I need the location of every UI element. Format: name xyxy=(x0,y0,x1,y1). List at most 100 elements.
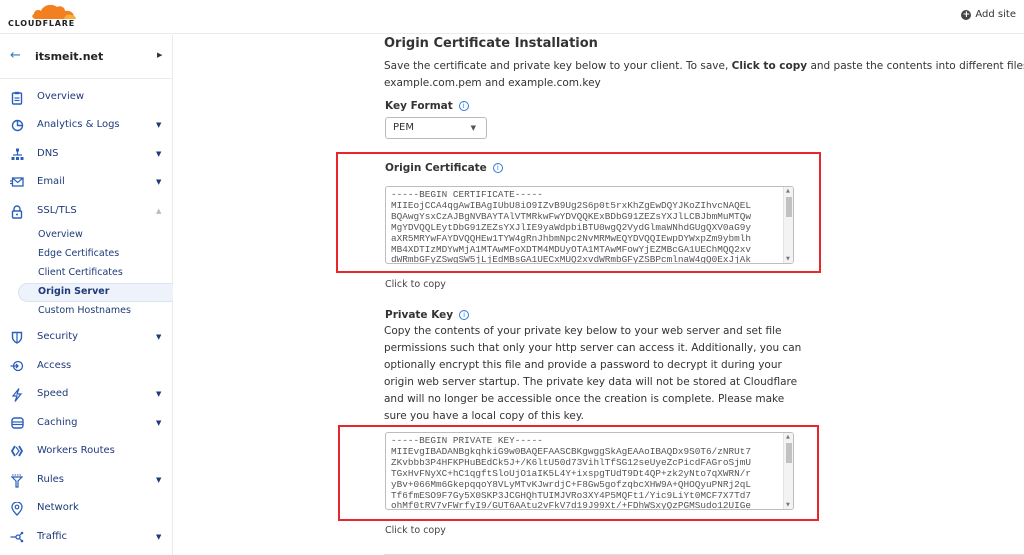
caret-right-icon: ▶ xyxy=(157,51,163,59)
subnav-ssl-overview[interactable]: Overview xyxy=(0,226,173,245)
workers-icon xyxy=(10,445,24,459)
server-stack-icon xyxy=(10,417,24,431)
desc-text: Save the certificate and private key bel… xyxy=(384,60,732,72)
shield-icon xyxy=(10,331,24,345)
scrollbar[interactable]: ▲ ▼ xyxy=(783,187,793,263)
lock-icon xyxy=(10,205,24,219)
key-format-label: Key Format i xyxy=(385,100,469,112)
origin-certificate-label-text: Origin Certificate xyxy=(385,162,487,174)
sidebar-item-label: Analytics & Logs xyxy=(37,119,120,130)
sidebar-item-label: Overview xyxy=(37,91,85,102)
logo-text: CLOUDFLARE xyxy=(8,19,75,28)
desc-text: example.com.pem and example.com.key xyxy=(384,77,601,89)
sidebar-item-label: Traffic xyxy=(37,531,68,542)
chevron-down-icon: ▼ xyxy=(156,178,162,186)
sidebar-item-label: Network xyxy=(37,502,79,513)
cloudflare-logo[interactable]: CLOUDFLARE xyxy=(8,2,82,30)
access-icon xyxy=(10,360,24,374)
subnav-custom-hostnames[interactable]: Custom Hostnames xyxy=(0,302,173,321)
sidebar-item-label: DNS xyxy=(37,148,59,159)
back-arrow-icon[interactable]: ← xyxy=(10,48,21,63)
private-key-label: Private Key i xyxy=(385,309,470,321)
private-key-text: -----BEGIN PRIVATE KEY----- MIIEvgIBADAN… xyxy=(391,435,752,510)
sidebar-item-label: Workers Routes xyxy=(37,445,115,456)
email-icon xyxy=(10,176,24,190)
sidebar-item-label: Rules xyxy=(37,474,64,485)
scrollbar-thumb[interactable] xyxy=(786,443,792,463)
subnav-edge-certificates[interactable]: Edge Certificates xyxy=(0,245,173,264)
main-content: Origin Certificate Installation Save the… xyxy=(174,35,1024,555)
sidebar-item-label: Caching xyxy=(37,417,78,428)
copy-certificate-link[interactable]: Click to copy xyxy=(385,279,446,290)
scroll-down-icon[interactable]: ▼ xyxy=(786,256,790,262)
pie-chart-icon xyxy=(10,119,24,133)
subnav-label: Overview xyxy=(38,229,83,240)
desc-bold: Click to copy xyxy=(731,60,808,72)
sidebar-item-ssl-tls[interactable]: SSL/TLS ▲ xyxy=(0,200,173,224)
chevron-down-icon: ▼ xyxy=(156,419,162,427)
desc-text: and paste the contents into different fi… xyxy=(810,60,1024,72)
sidebar-item-network[interactable]: Network xyxy=(0,497,173,521)
subnav-label: Client Certificates xyxy=(38,267,123,278)
zone-selector[interactable]: ← itsmeit.net ▶ xyxy=(0,35,173,79)
subnav-label: Custom Hostnames xyxy=(38,305,131,316)
chevron-down-icon: ▼ xyxy=(156,476,162,484)
key-format-value: PEM xyxy=(393,122,414,133)
sidebar: ← itsmeit.net ▶ Overview Analytics & Log… xyxy=(0,35,173,555)
origin-certificate-text: -----BEGIN CERTIFICATE----- MIIEojCCA4qg… xyxy=(391,189,752,264)
subnav-client-certificates[interactable]: Client Certificates xyxy=(0,264,173,283)
sidebar-item-email[interactable]: Email ▼ xyxy=(0,171,173,195)
sidebar-item-label: Access xyxy=(37,360,72,371)
sidebar-item-dns[interactable]: DNS ▼ xyxy=(0,143,173,167)
sidebar-item-speed[interactable]: Speed ▼ xyxy=(0,383,173,407)
sidebar-item-label: Security xyxy=(37,331,79,342)
plus-circle-icon: + xyxy=(961,9,972,20)
clipboard-icon xyxy=(10,91,24,105)
chevron-down-icon: ▼ xyxy=(156,333,162,341)
filter-icon xyxy=(10,474,24,488)
sidebar-item-label: SSL/TLS xyxy=(37,205,77,216)
chevron-up-icon: ▲ xyxy=(156,207,162,215)
key-format-label-text: Key Format xyxy=(385,100,453,112)
chevron-down-icon: ▼ xyxy=(156,390,162,398)
sidebar-item-label: Email xyxy=(37,176,65,187)
cloud-icon xyxy=(32,4,76,19)
info-icon[interactable]: i xyxy=(492,163,503,173)
scrollbar-thumb[interactable] xyxy=(786,197,792,217)
sidebar-item-analytics[interactable]: Analytics & Logs ▼ xyxy=(0,114,173,138)
chevron-down-icon: ▼ xyxy=(156,121,162,129)
info-icon[interactable]: i xyxy=(458,101,469,111)
lightning-icon xyxy=(10,388,24,402)
add-site-button[interactable]: + Add site xyxy=(961,9,1016,20)
sidebar-item-traffic[interactable]: Traffic ▼ xyxy=(0,526,173,550)
private-key-label-text: Private Key xyxy=(385,309,454,321)
origin-certificate-textarea[interactable]: -----BEGIN CERTIFICATE----- MIIEojCCA4qg… xyxy=(385,186,794,264)
private-key-description: Copy the contents of your private key be… xyxy=(384,325,802,422)
subnav-origin-server[interactable]: Origin Server xyxy=(18,283,173,302)
chevron-down-icon: ▼ xyxy=(470,124,476,132)
top-bar: CLOUDFLARE + Add site xyxy=(0,0,1024,34)
scroll-up-icon[interactable]: ▲ xyxy=(786,188,790,194)
sidebar-item-caching[interactable]: Caching ▼ xyxy=(0,412,173,436)
sidebar-item-overview[interactable]: Overview xyxy=(0,86,173,110)
location-pin-icon xyxy=(10,501,24,516)
add-site-label: Add site xyxy=(975,9,1016,20)
copy-private-key-link[interactable]: Click to copy xyxy=(385,525,446,536)
sidebar-item-security[interactable]: Security ▼ xyxy=(0,326,173,350)
scrollbar[interactable]: ▲ ▼ xyxy=(783,433,793,509)
network-tree-icon xyxy=(10,148,24,162)
private-key-textarea[interactable]: -----BEGIN PRIVATE KEY----- MIIEvgIBADAN… xyxy=(385,432,794,510)
zone-name: itsmeit.net xyxy=(35,50,104,63)
traffic-icon xyxy=(10,531,24,545)
sidebar-item-access[interactable]: Access xyxy=(0,355,173,379)
info-icon[interactable]: i xyxy=(459,310,470,320)
scroll-up-icon[interactable]: ▲ xyxy=(786,434,790,440)
sidebar-item-label: Speed xyxy=(37,388,69,399)
page-title: Origin Certificate Installation xyxy=(384,36,598,51)
scroll-down-icon[interactable]: ▼ xyxy=(786,502,790,508)
sidebar-item-workers-routes[interactable]: Workers Routes xyxy=(0,440,173,464)
chevron-down-icon: ▼ xyxy=(156,150,162,158)
sidebar-item-rules[interactable]: Rules ▼ xyxy=(0,469,173,493)
origin-certificate-label: Origin Certificate i xyxy=(385,162,503,174)
key-format-select[interactable]: PEM ▼ xyxy=(385,117,487,139)
